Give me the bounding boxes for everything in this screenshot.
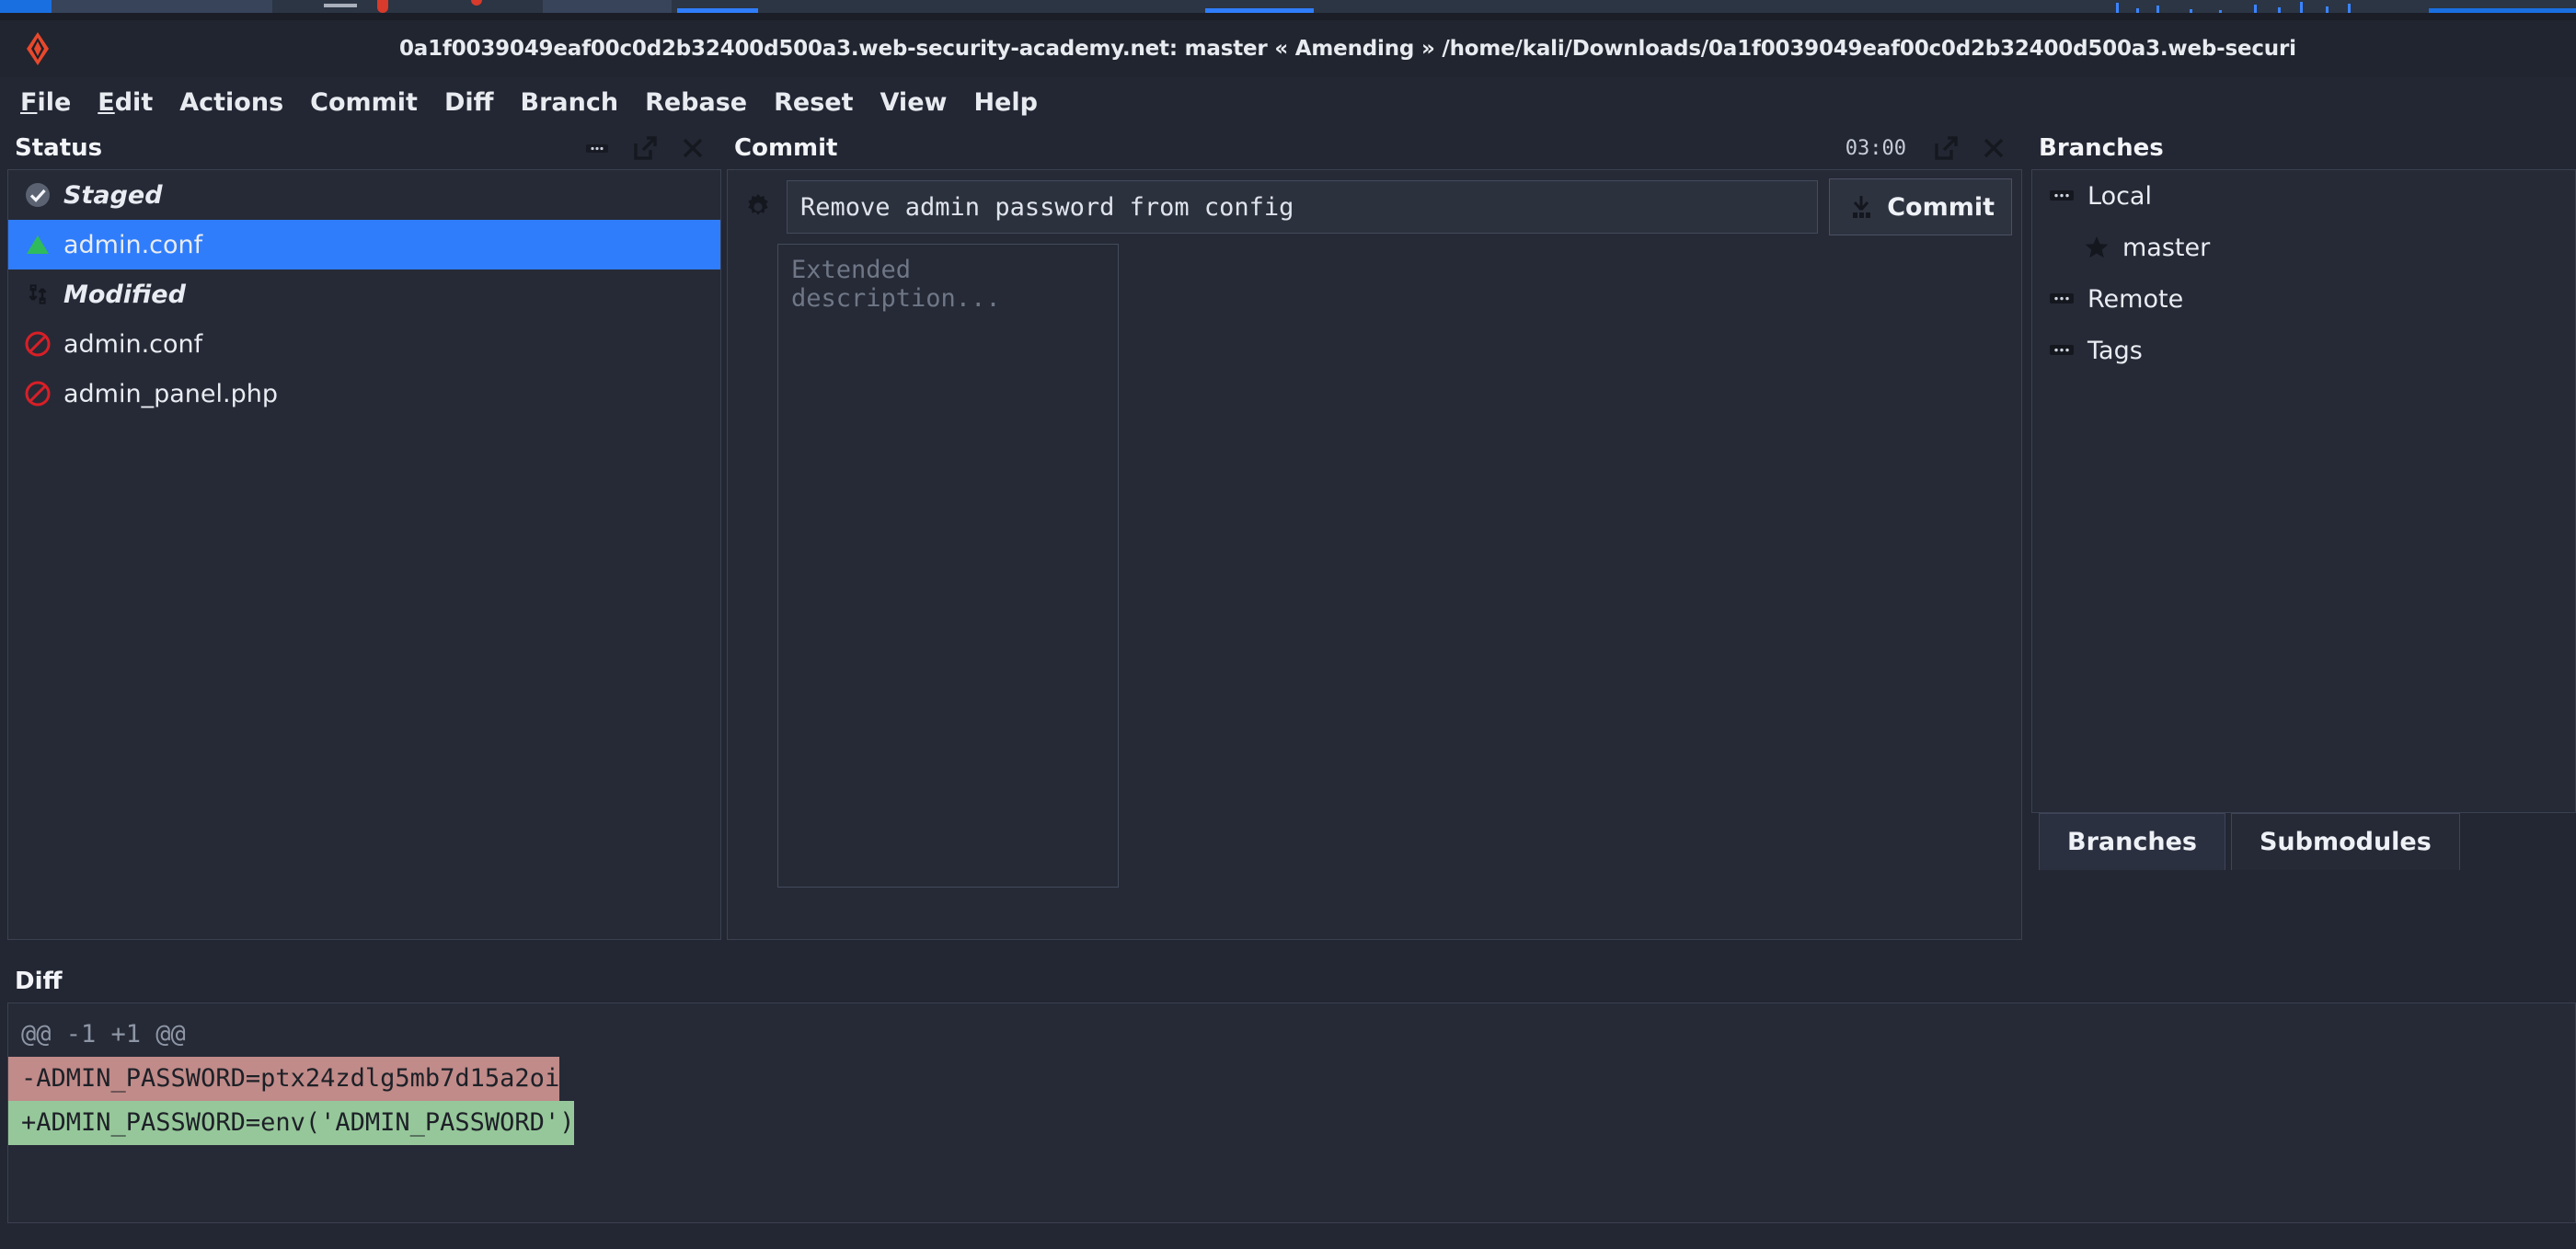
taskbar-sparkline-bar xyxy=(2326,6,2329,13)
taskbar-chip-2[interactable] xyxy=(543,0,672,13)
branches-group-label: Local xyxy=(2087,181,2152,211)
tab-submodules[interactable]: Submodules xyxy=(2230,813,2460,870)
taskbar-sparkline-bar xyxy=(2116,3,2119,13)
commit-summary-input[interactable] xyxy=(787,180,1819,234)
commit-dock-body: Commit xyxy=(727,169,2022,940)
status-item-label: admin.conf xyxy=(63,230,203,259)
status-dock-title-bar: Status xyxy=(7,127,721,169)
branches-item-master[interactable]: master xyxy=(2032,222,2575,273)
detach-icon[interactable] xyxy=(631,134,659,162)
branches-item-label: master xyxy=(2122,233,2211,262)
commit-button-label: Commit xyxy=(1887,192,1995,222)
green-triangle-icon xyxy=(19,230,56,259)
menu-item-diff[interactable]: Diff xyxy=(444,88,494,117)
status-group-staged[interactable]: Staged xyxy=(8,170,720,220)
red-prohibit-icon xyxy=(19,329,56,359)
branch-group-icon xyxy=(2041,285,2082,313)
branch-group-icon xyxy=(2041,182,2082,210)
status-dock-title: Status xyxy=(15,134,103,162)
menu-item-view[interactable]: View xyxy=(880,88,948,117)
diff-dock-title-bar: Diff xyxy=(7,960,2576,1003)
status-dock: Status Staged admin.conf Modified admin.… xyxy=(7,127,721,940)
tab-branches[interactable]: Branches xyxy=(2039,813,2225,870)
commit-dock-title-bar: Commit 03:00 xyxy=(727,127,2022,169)
menu-item-file[interactable]: File xyxy=(20,88,71,117)
taskbar-window-bar xyxy=(324,4,357,7)
branches-dock-title: Branches xyxy=(2039,134,2164,162)
taskbar-sparkline-bar xyxy=(2254,5,2257,13)
status-item-modified-admin-panel-php[interactable]: admin_panel.php xyxy=(8,369,720,418)
git-cola-logo-icon xyxy=(27,32,49,65)
desktop-taskbar-strip xyxy=(0,0,2576,13)
docks-row: Status Staged admin.conf Modified admin.… xyxy=(0,127,2576,955)
taskbar-sparkline-bar xyxy=(2156,6,2159,13)
commit-dock: Commit 03:00 Remove admin password from … xyxy=(727,127,2022,940)
window-title-text: 0a1f0039049eaf00c0d2b32400d500a3.web-sec… xyxy=(399,37,2296,61)
branches-group-tags[interactable]: Tags xyxy=(2032,325,2575,376)
taskbar-red-indicator-2 xyxy=(471,0,482,6)
status-file-list[interactable]: Staged admin.conf Modified admin.conf ad… xyxy=(7,169,721,940)
menu-item-rebase[interactable]: Rebase xyxy=(645,88,747,117)
status-item-staged-admin-conf[interactable]: admin.conf xyxy=(8,220,720,269)
menu-item-branch[interactable]: Branch xyxy=(520,88,618,117)
check-circle-icon xyxy=(19,180,56,210)
status-dock-tools xyxy=(583,134,716,162)
diff-dock-title: Diff xyxy=(15,968,63,995)
branches-dock: Branches Local master Remote Tags Branch… xyxy=(2031,127,2576,870)
close-icon[interactable] xyxy=(1980,134,2007,162)
branches-group-label: Remote xyxy=(2087,284,2184,314)
detach-icon[interactable] xyxy=(1932,134,1960,162)
commit-button[interactable]: Commit xyxy=(1829,178,2012,235)
branches-group-local[interactable]: Local xyxy=(2032,170,2575,222)
commit-down-arrow-icon xyxy=(1853,196,1871,218)
menu-item-edit[interactable]: Edit xyxy=(98,88,153,117)
diff-line-hunk: @@ -1 +1 @@ xyxy=(21,1020,186,1048)
taskbar-shadow xyxy=(0,13,2576,20)
branches-group-remote[interactable]: Remote xyxy=(2032,273,2575,325)
taskbar-chip[interactable] xyxy=(52,0,272,13)
status-group-modified[interactable]: Modified xyxy=(8,269,720,319)
branch-group-icon xyxy=(2041,337,2082,364)
status-item-modified-admin-conf[interactable]: admin.conf xyxy=(8,319,720,369)
menu-item-actions[interactable]: Actions xyxy=(179,88,283,117)
modified-swap-icon xyxy=(19,280,56,309)
handle-icon[interactable] xyxy=(583,134,611,162)
status-item-label: admin.conf xyxy=(63,329,203,359)
menu-item-commit[interactable]: Commit xyxy=(310,88,418,117)
red-prohibit-icon xyxy=(19,379,56,408)
menu-bar: File Edit Actions Commit Diff Branch Reb… xyxy=(0,77,2576,127)
diff-dock: Diff @@ -1 +1 @@ -ADMIN_PASSWORD=ptx24zd… xyxy=(7,960,2576,1223)
diff-viewer[interactable]: @@ -1 +1 @@ -ADMIN_PASSWORD=ptx24zdlg5mb… xyxy=(7,1003,2576,1223)
branches-tree[interactable]: Local master Remote Tags xyxy=(2031,169,2576,813)
status-group-label: Staged xyxy=(63,180,163,210)
gear-icon[interactable] xyxy=(742,191,774,223)
window-title-bar: 0a1f0039049eaf00c0d2b32400d500a3.web-sec… xyxy=(0,20,2576,77)
star-current-icon xyxy=(2076,234,2117,261)
menu-item-reset[interactable]: Reset xyxy=(774,88,853,117)
menu-item-help[interactable]: Help xyxy=(973,88,1038,117)
branches-group-label: Tags xyxy=(2087,336,2143,365)
taskbar-sparkline-bar xyxy=(2348,4,2351,13)
taskbar-red-indicator xyxy=(377,0,388,13)
close-icon[interactable] xyxy=(679,134,707,162)
branches-tab-strip: Branches Submodules xyxy=(2031,813,2460,870)
status-item-label: admin_panel.php xyxy=(63,379,278,408)
taskbar-active-chip[interactable] xyxy=(0,0,52,13)
diff-line-removed: -ADMIN_PASSWORD=ptx24zdlg5mb7d15a2oi xyxy=(8,1057,560,1101)
commit-dock-tools: 03:00 xyxy=(1846,134,2017,162)
taskbar-sparkline-bar xyxy=(2300,2,2303,13)
commit-timer: 03:00 xyxy=(1845,136,1906,160)
commit-dock-title: Commit xyxy=(734,134,838,162)
status-group-label: Modified xyxy=(63,280,186,309)
branches-dock-title-bar: Branches xyxy=(2031,127,2576,169)
commit-summary-row: Commit xyxy=(728,170,2021,240)
commit-description-input[interactable] xyxy=(777,244,1119,888)
git-cola-window: 0a1f0039049eaf00c0d2b32400d500a3.web-sec… xyxy=(0,20,2576,1249)
diff-line-added: +ADMIN_PASSWORD=env('ADMIN_PASSWORD') xyxy=(8,1101,575,1145)
